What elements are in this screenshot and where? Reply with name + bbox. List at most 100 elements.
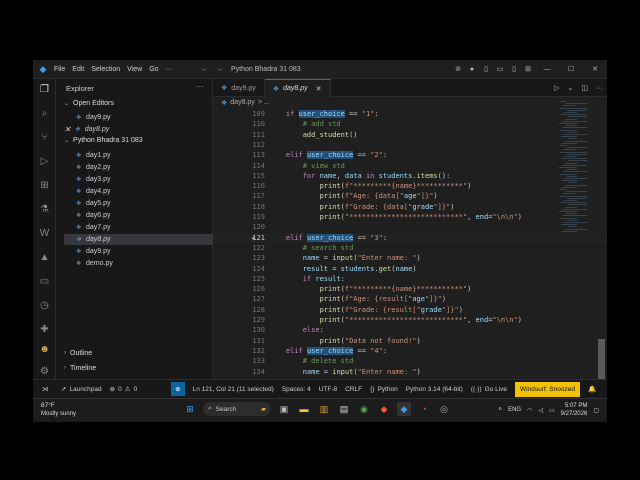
volume-icon[interactable]: ◁ [538, 407, 543, 414]
go-live-button[interactable]: ((·)) Go Live [471, 386, 507, 393]
windows-start-icon[interactable]: ⊞ [183, 402, 197, 416]
close-icon[interactable]: ✕ [64, 125, 71, 134]
code-line[interactable]: 113 elif user_choice == "2": [213, 150, 607, 160]
task-view-icon[interactable]: ▣ [277, 402, 291, 416]
code-line[interactable]: 118 print(f"Grade: {data["grade"]}") [213, 202, 607, 212]
menu-go[interactable]: Go [149, 66, 158, 73]
layout-icon[interactable]: ▯ [507, 65, 521, 73]
code-line[interactable]: 119 print("***************************",… [213, 212, 607, 222]
end-of-line[interactable]: CRLF [345, 386, 362, 393]
code-line[interactable]: 114 # view std [213, 161, 607, 171]
remote-indicator-icon[interactable]: ⋊ [33, 380, 57, 399]
code-line[interactable]: 125 if result: [213, 274, 607, 284]
code-line[interactable]: 111 add_student() [213, 130, 607, 140]
code-line[interactable]: 123 name = input("Enter name: ") [213, 253, 607, 263]
tab-day9[interactable]: ❖ day9.py [213, 79, 265, 97]
more-actions-icon[interactable]: ··· [596, 85, 603, 92]
notifications-bell-icon[interactable]: 🔔 [588, 385, 596, 393]
chevron-up-icon[interactable]: ˄ [499, 407, 503, 413]
forward-button[interactable]: → [216, 66, 223, 73]
breadcrumb-more[interactable]: > ... [258, 99, 270, 106]
code-line[interactable]: 115 for name, data in students.items(): [213, 171, 607, 181]
avatar[interactable]: ☻ [38, 343, 51, 356]
language-mode[interactable]: {} Python [370, 386, 398, 393]
code-line[interactable]: 126 print(f"*********{name}***********") [213, 284, 607, 294]
code-line[interactable]: 127 print(f"Age: {result["age"]}") [213, 294, 607, 304]
clock[interactable]: 5:07 PM 9/27/2026 [561, 402, 588, 418]
code-line[interactable]: 134 name = input("Enter name: ") [213, 367, 607, 377]
copilot-icon[interactable]: ⊘ [451, 65, 465, 73]
open-editor-item[interactable]: ❖ day9.py [64, 112, 213, 123]
windsurf-icon[interactable]: W [38, 227, 51, 240]
run-icon[interactable]: ▷ [554, 84, 559, 92]
folder-icon[interactable]: ▭ [38, 275, 51, 288]
lang-indicator[interactable]: ENG [508, 407, 521, 413]
source-control-icon[interactable]: ⑂ [38, 131, 51, 144]
code-line[interactable]: 132 elif user_choice == "4": [213, 346, 607, 356]
settings-gear-icon[interactable]: ⚙ [38, 365, 51, 378]
timeline-section[interactable]: › Timeline [64, 365, 96, 372]
folder-section[interactable]: ⌄ Python Bhadra 31 083 [64, 137, 143, 144]
command-center-search[interactable]: Python Bhadra 31 083 [231, 66, 301, 73]
code-line[interactable]: 130 else: [213, 325, 607, 335]
brave-icon[interactable]: ◆ [377, 402, 391, 416]
close-tab-icon[interactable]: ✕ [316, 85, 322, 93]
more-actions-icon[interactable]: ··· [196, 82, 204, 91]
weather-widget[interactable]: 87°F Mostly sunny [41, 402, 76, 418]
tab-day8[interactable]: ❖ day8.py ✕ [264, 79, 331, 97]
file-item[interactable]: ❖ day7.py [64, 222, 213, 233]
code-line[interactable]: 124 result = students.get(name) [213, 264, 607, 274]
github-desktop-icon[interactable]: ◎ [437, 402, 451, 416]
menu-edit[interactable]: Edit [72, 66, 84, 73]
chevron-down-icon[interactable]: ⌄ [568, 84, 574, 92]
windsurf-status[interactable]: Windsurf: Snoozed [515, 381, 580, 397]
file-explorer-icon[interactable]: ▬ [297, 402, 311, 416]
back-button[interactable]: ← [201, 66, 208, 73]
battery-icon[interactable]: ▭ [549, 407, 555, 414]
toggle-sidebar-icon[interactable]: ▯ [479, 65, 493, 73]
menu-more[interactable]: ··· [166, 66, 173, 73]
problems-indicator[interactable]: ⊗ 0 ⚠ 0 [110, 385, 138, 394]
open-editors-section[interactable]: ⌄ Open Editors [64, 100, 114, 107]
file-item[interactable]: ❖ day1.py [64, 150, 213, 161]
file-item[interactable]: ❖ day4.py [64, 186, 213, 197]
split-editor-icon[interactable]: ◫ [581, 84, 588, 92]
app-icon-2[interactable]: ◔ [417, 402, 431, 416]
menu-selection[interactable]: Selection [91, 66, 120, 73]
file-item[interactable]: ❖ day3.py [64, 174, 213, 185]
python-icon[interactable]: ✚ [38, 323, 51, 336]
code-line[interactable]: 131 print("Data not found!") [213, 336, 607, 346]
file-item[interactable]: ❖ day6.py [64, 210, 213, 221]
open-editor-item[interactable]: ✕ ❖ day8.py [64, 124, 213, 135]
code-line[interactable]: 110 # add std [213, 119, 607, 129]
store-icon[interactable]: ▤ [337, 402, 351, 416]
file-item[interactable]: ❖ day5.py [64, 198, 213, 209]
code-line[interactable]: 120 [213, 222, 607, 232]
wifi-icon[interactable]: ◠ [527, 407, 532, 414]
close-button[interactable]: ✕ [583, 65, 607, 73]
indentation[interactable]: Spaces: 4 [282, 386, 311, 393]
code-line[interactable]: 121 elif user_choice == "3": ✦ [213, 232, 607, 243]
testing-icon[interactable]: ⚗ [38, 203, 51, 216]
menu-view[interactable]: View [127, 66, 142, 73]
file-item[interactable]: ❖ day9.py [64, 246, 213, 257]
code-editor[interactable]: 109 if user_choice == "1": 110 # add std 1… [213, 109, 607, 379]
chrome-icon[interactable]: ◉ [357, 402, 371, 416]
vscode-taskbar-icon[interactable]: ◆ [397, 402, 411, 416]
zoom-icon[interactable]: ⊕ [171, 382, 185, 396]
code-line[interactable]: 129 print("***************************",… [213, 315, 607, 325]
remote-icon[interactable]: ▲ [38, 251, 51, 264]
customize-layout-icon[interactable]: ⊞ [521, 65, 535, 73]
minimize-button[interactable]: — [535, 66, 559, 73]
code-line[interactable]: 122 # search std [213, 243, 607, 253]
launchpad-button[interactable]: ➚ Launchpad [61, 385, 102, 394]
app-icon[interactable]: ▥ [317, 402, 331, 416]
code-line[interactable]: 116 print(f"*********{name}***********") [213, 181, 607, 191]
code-line[interactable]: 109 if user_choice == "1": [213, 109, 607, 119]
encoding[interactable]: UTF-8 [319, 386, 337, 393]
breadcrumb-file[interactable]: day8.py [230, 99, 255, 106]
clock-icon[interactable]: ◷ [38, 299, 51, 312]
minimap[interactable] [559, 97, 593, 379]
outline-section[interactable]: › Outline [64, 350, 92, 357]
accounts-icon[interactable]: ● [465, 66, 479, 73]
